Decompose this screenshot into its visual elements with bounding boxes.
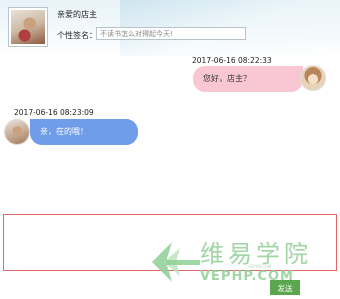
message-timestamp: 2017-06-16 08:22:33 (192, 56, 272, 65)
message-bubble-sent: 您好，店主？ (193, 66, 303, 92)
chat-header: 亲爱的店主 个性签名： (0, 0, 340, 56)
signature-input[interactable] (96, 27, 246, 40)
chat-history[interactable]: 2017-06-16 08:22:33 您好，店主？ 2017-06-16 08… (0, 56, 340, 212)
message-timestamp: 2017-06-16 08:23:09 (14, 108, 94, 117)
shop-avatar-image (11, 10, 45, 44)
receiver-avatar (4, 119, 30, 145)
arrow-logo-icon (152, 242, 200, 282)
sender-avatar (300, 65, 326, 91)
message-bubble-received: 亲，在的哦！ (30, 119, 138, 145)
send-button[interactable]: 发送 (270, 280, 300, 295)
shop-avatar[interactable] (8, 7, 48, 47)
shop-name: 亲爱的店主 (57, 10, 97, 19)
signature-label: 个性签名： (57, 31, 97, 40)
